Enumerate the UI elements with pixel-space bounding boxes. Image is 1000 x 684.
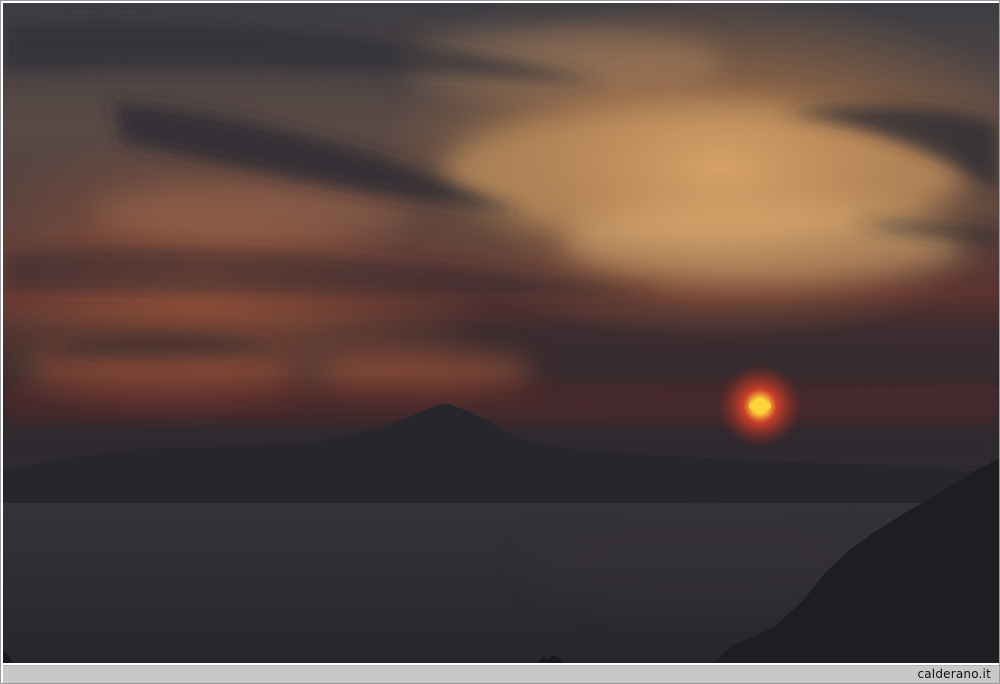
- horizon-band: [3, 383, 999, 423]
- credit-text: calderano.it: [917, 667, 991, 681]
- sun: [749, 400, 771, 412]
- photo-frame: calderano.it: [0, 0, 1000, 684]
- sunset-photo: [3, 3, 999, 663]
- caption-bar: calderano.it: [3, 665, 999, 683]
